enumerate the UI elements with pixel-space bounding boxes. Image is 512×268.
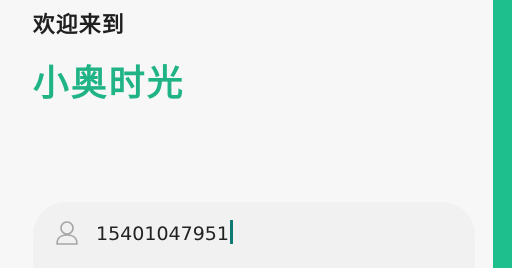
login-screen: 欢迎来到 小奥时光 15401047951: [0, 0, 512, 268]
phone-input-field[interactable]: 15401047951: [33, 202, 475, 268]
app-name-title: 小奥时光: [33, 63, 186, 104]
side-accent-bar: [493, 0, 512, 268]
text-cursor: [229, 220, 233, 244]
welcome-text: 欢迎来到: [33, 13, 126, 38]
phone-number-value[interactable]: 15401047951: [96, 220, 233, 247]
phone-number-text: 15401047951: [96, 223, 229, 245]
user-icon: [55, 220, 79, 246]
